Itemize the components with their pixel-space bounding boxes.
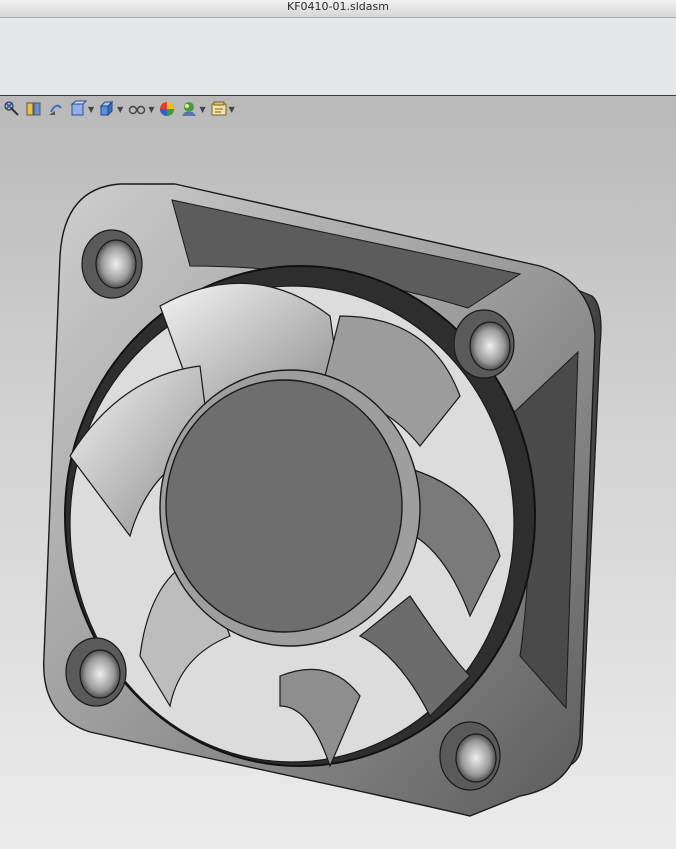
command-manager-ribbon [0,18,676,96]
window-title-bar: KF0410-01.sldasm [0,0,676,18]
mounting-hole-top-left [81,229,143,299]
hub-cap [165,379,403,633]
mounting-hole-bottom-right [439,721,501,791]
mounting-hole-top-right [453,309,515,379]
window-title: KF0410-01.sldasm [287,0,389,13]
mounting-hole-bottom-left [65,637,127,707]
graphics-viewport[interactable]: ▼ ▼ ▼ ▼ ▼ [0,96,676,849]
fan-model[interactable] [0,96,676,849]
